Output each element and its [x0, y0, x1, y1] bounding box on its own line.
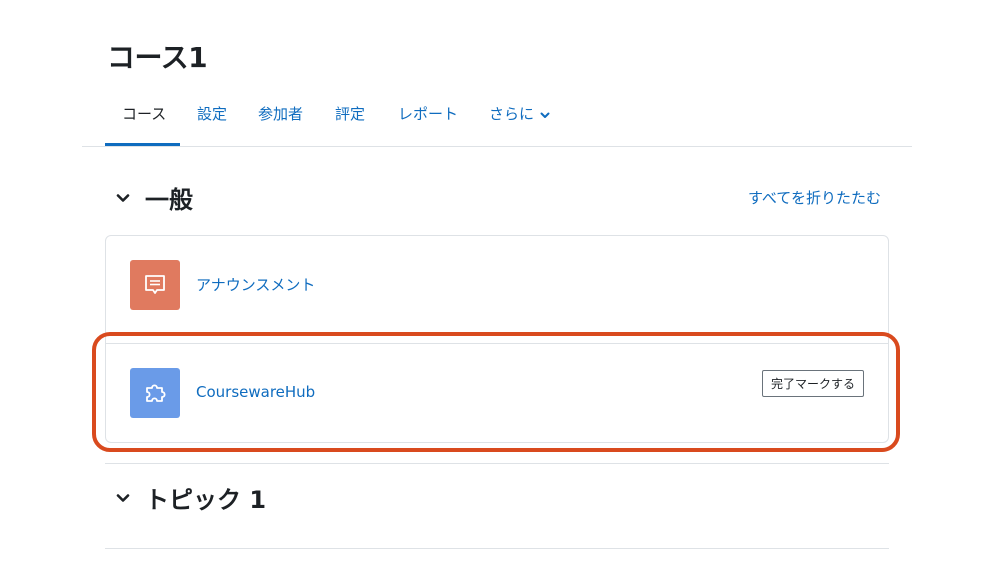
- tab-more[interactable]: さらに: [489, 96, 551, 132]
- section-general-header: 一般: [115, 180, 193, 215]
- chevron-down-icon: [540, 112, 550, 118]
- tab-settings[interactable]: 設定: [197, 96, 227, 132]
- nav-divider: [82, 146, 912, 147]
- section-divider: [105, 463, 889, 464]
- puzzle-icon[interactable]: [130, 368, 180, 418]
- activity-item-announcements: アナウンスメント: [105, 235, 889, 345]
- tab-more-label: さらに: [489, 105, 535, 123]
- section-title: 一般: [145, 186, 193, 214]
- chevron-down-icon: [116, 493, 130, 502]
- course-title: コース1: [107, 41, 208, 74]
- mark-as-done-button[interactable]: 完了マークする: [761, 370, 864, 397]
- forum-icon[interactable]: [130, 260, 180, 310]
- section-title: トピック 1: [145, 486, 267, 514]
- tab-reports[interactable]: レポート: [398, 96, 458, 132]
- section-collapse-toggle[interactable]: [115, 490, 131, 506]
- activity-link-coursewarehub[interactable]: CoursewareHub: [196, 383, 315, 401]
- collapse-all-link[interactable]: すべてを折りたたむ: [748, 187, 881, 208]
- tab-grades[interactable]: 評定: [335, 96, 365, 132]
- activity-item-coursewarehub: CoursewareHub 完了マークする: [105, 343, 889, 443]
- activity-link-announcements[interactable]: アナウンスメント: [196, 274, 315, 295]
- tab-course[interactable]: コース: [122, 96, 166, 132]
- chevron-down-icon: [116, 193, 130, 202]
- section-topic1-header: トピック 1: [115, 480, 266, 515]
- section-collapse-toggle[interactable]: [115, 190, 131, 206]
- section-divider: [105, 548, 889, 549]
- tab-participants[interactable]: 参加者: [258, 96, 303, 132]
